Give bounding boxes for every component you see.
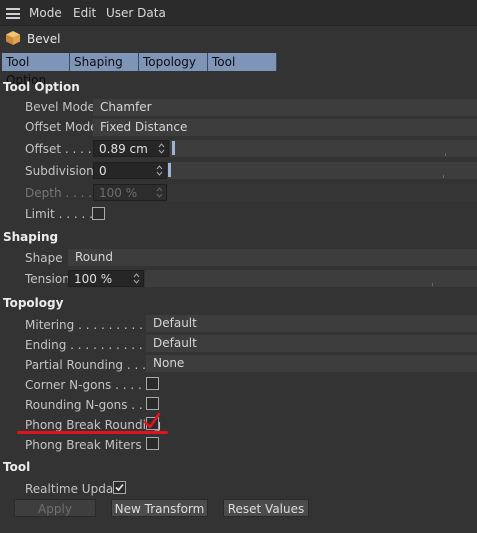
mitering-value: Default — [153, 316, 197, 330]
depth-value: 100 % — [99, 186, 138, 200]
offset-value: 0.89 cm — [99, 142, 148, 156]
subdivision-label: Subdivision — [25, 164, 94, 178]
offset-slider[interactable] — [170, 140, 477, 157]
new-transform-button[interactable]: New Transform — [111, 499, 208, 517]
ending-value: Default — [153, 336, 197, 350]
menu-mode[interactable]: Mode — [29, 6, 62, 20]
offset-mode-value: Fixed Distance — [100, 120, 188, 134]
limit-checkbox[interactable] — [92, 207, 105, 220]
slider-tick — [432, 283, 433, 286]
corner-ngons-label: Corner N-gons . . . . . — [25, 378, 150, 392]
bevel-mode-label: Bevel Mode — [25, 100, 95, 114]
partial-rounding-label: Partial Rounding . . . . — [25, 358, 154, 372]
rounding-ngons-checkbox[interactable] — [146, 397, 159, 410]
tab-topology[interactable]: Topology — [139, 53, 208, 71]
subdivision-value: 0 — [99, 164, 107, 178]
tab-tool[interactable]: Tool — [208, 53, 277, 71]
offset-label: Offset . . . . . — [25, 142, 100, 156]
menu-edit[interactable]: Edit — [73, 6, 96, 20]
slider-tick — [445, 153, 446, 156]
reset-values-button[interactable]: Reset Values — [223, 499, 309, 517]
tab-tool-option[interactable]: Tool Option — [2, 53, 70, 87]
depth-input: 100 % — [93, 184, 167, 201]
tension-label: Tension — [25, 272, 70, 286]
subdivision-slider-knob[interactable] — [168, 163, 171, 177]
hamburger-menu-icon[interactable] — [6, 8, 20, 19]
tab-shaping[interactable]: Shaping — [70, 53, 139, 71]
shape-dropdown[interactable]: Round — [68, 249, 477, 266]
depth-spinner-icon — [156, 186, 163, 199]
check-icon — [115, 483, 124, 492]
shape-value: Round — [75, 250, 113, 264]
depth-label: Depth . . . . . — [25, 186, 100, 200]
phong-break-miters-checkbox[interactable] — [146, 437, 159, 450]
menu-user-data[interactable]: User Data — [106, 6, 166, 20]
annotation-check-icon — [143, 412, 161, 429]
offset-slider-knob[interactable] — [172, 141, 175, 155]
tension-spinner-icon[interactable] — [133, 272, 140, 285]
section-heading-shaping: Shaping — [3, 230, 59, 244]
tension-input[interactable]: 100 % — [68, 270, 144, 287]
shape-label: Shape — [25, 251, 63, 265]
menubar — [0, 0, 477, 26]
section-heading-tool: Tool — [3, 460, 31, 474]
tab-label: Topology — [143, 55, 196, 69]
partial-rounding-dropdown[interactable]: None — [146, 355, 477, 372]
annotation-underline — [17, 431, 168, 434]
section-heading-topology: Topology — [3, 296, 64, 310]
apply-button[interactable]: Apply — [14, 499, 96, 517]
slider-tick — [443, 175, 444, 178]
rounding-ngons-label: Rounding N-gons . . . — [25, 398, 151, 412]
offset-spinner-icon[interactable] — [158, 142, 165, 155]
mitering-label: Mitering . . . . . . . . . . . — [25, 318, 159, 332]
tension-value: 100 % — [74, 272, 113, 286]
bevel-mode-dropdown[interactable]: Chamfer — [93, 99, 477, 116]
section-heading-tool-option: Tool Option — [3, 80, 80, 94]
phong-break-miters-label: Phong Break Miters . . — [25, 438, 157, 452]
object-title: Bevel — [27, 32, 61, 46]
subdivision-input[interactable]: 0 — [93, 162, 167, 179]
subdivision-spinner-icon[interactable] — [156, 164, 163, 177]
realtime-update-label: Realtime Update — [25, 482, 126, 496]
tension-slider[interactable] — [145, 270, 477, 287]
phong-break-rounding-label: Phong Break Rounding — [25, 418, 162, 432]
depth-slider — [168, 184, 477, 201]
partial-rounding-value: None — [153, 356, 185, 370]
subdivision-slider[interactable] — [168, 162, 477, 179]
mitering-dropdown[interactable]: Default — [146, 315, 477, 332]
corner-ngons-checkbox[interactable] — [146, 377, 159, 390]
offset-input[interactable]: 0.89 cm — [93, 140, 169, 157]
offset-mode-label: Offset Mode — [25, 120, 98, 134]
tab-label: Shaping — [74, 55, 123, 69]
realtime-update-checkbox[interactable] — [113, 481, 126, 494]
limit-label: Limit . . . . . — [25, 207, 93, 221]
bevel-mode-value: Chamfer — [100, 100, 152, 114]
ending-dropdown[interactable]: Default — [146, 335, 477, 352]
offset-mode-dropdown[interactable]: Fixed Distance — [93, 119, 477, 136]
tab-label: Tool — [212, 55, 236, 69]
ending-label: Ending . . . . . . . . . . . . — [25, 338, 158, 352]
bevel-tool-icon — [6, 31, 20, 45]
